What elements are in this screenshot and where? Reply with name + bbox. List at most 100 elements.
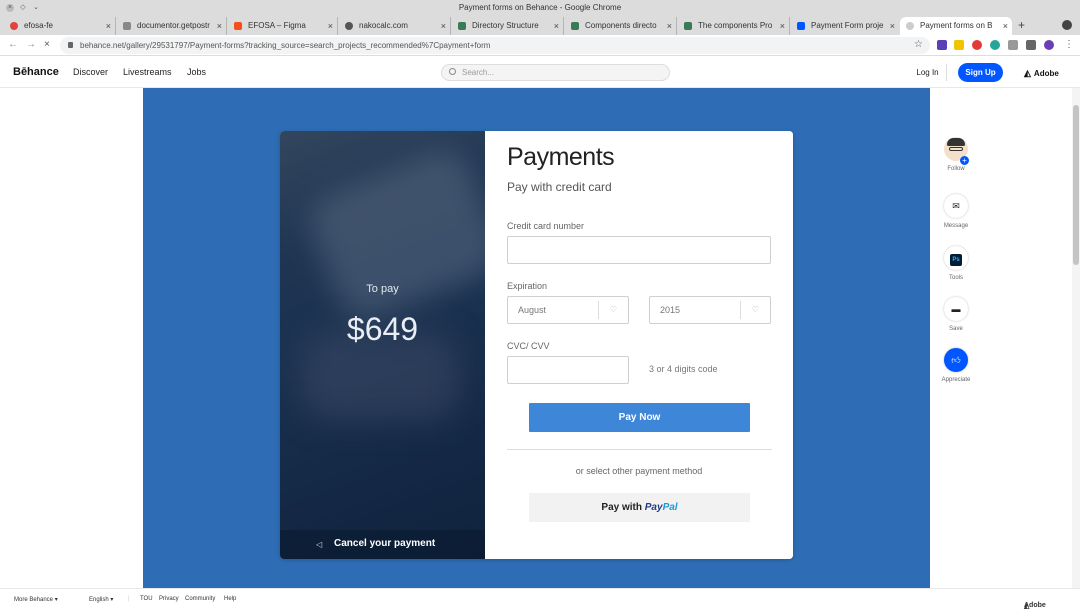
tab-label: documentor.getpostr bbox=[137, 21, 210, 30]
close-tab-icon[interactable]: × bbox=[1003, 17, 1008, 35]
language-select[interactable]: English ▾ bbox=[89, 596, 113, 603]
background-blur bbox=[301, 143, 509, 329]
close-tab-icon[interactable]: × bbox=[667, 17, 672, 35]
page-scrollbar[interactable] bbox=[1072, 88, 1080, 588]
close-tab-icon[interactable]: × bbox=[890, 17, 895, 35]
close-tab-icon[interactable]: × bbox=[554, 17, 559, 35]
payments-subtitle: Pay with credit card bbox=[507, 180, 612, 194]
tab[interactable]: EFOSA – Figma × bbox=[228, 17, 338, 35]
profile-avatar[interactable] bbox=[1044, 40, 1054, 50]
tab[interactable]: efosa-fe × bbox=[4, 17, 116, 35]
window-titlebar: × ◇ ⌄ Payment forms on Behance - Google … bbox=[0, 0, 1080, 16]
pay-now-button[interactable]: Pay Now bbox=[529, 403, 750, 432]
stop-loading-icon[interactable]: × bbox=[44, 39, 50, 50]
favicon-icon bbox=[123, 22, 131, 30]
envelope-icon: ✉ bbox=[944, 194, 968, 218]
payments-title: Payments bbox=[507, 143, 615, 171]
tab-active[interactable]: Payment forms on B × bbox=[900, 17, 1012, 35]
nav-livestreams[interactable]: Livestreams bbox=[123, 67, 172, 77]
tab[interactable]: Components directo × bbox=[565, 17, 677, 35]
cancel-payment-button[interactable]: ◁ Cancel your payment bbox=[280, 530, 485, 559]
scrollbar-thumb[interactable] bbox=[1073, 105, 1079, 265]
tab[interactable]: Directory Structure × bbox=[452, 17, 564, 35]
message-button[interactable]: ✉ Message bbox=[940, 194, 972, 229]
favicon-icon bbox=[234, 22, 242, 30]
close-tab-icon[interactable]: × bbox=[106, 17, 111, 35]
cvc-input[interactable] bbox=[507, 356, 629, 384]
payment-form-pane: Payments Pay with credit card Credit car… bbox=[485, 131, 793, 559]
search-input[interactable]: Search... bbox=[441, 64, 670, 81]
favicon-icon bbox=[345, 22, 353, 30]
tab[interactable]: The components Pro × bbox=[678, 17, 790, 35]
tab-label: nakocalc.com bbox=[359, 21, 408, 30]
adobe-link[interactable]: ◭ Adobe bbox=[1024, 68, 1059, 79]
footer-link-community[interactable]: Community bbox=[185, 596, 215, 602]
tab-label: Payment forms on B bbox=[920, 21, 993, 30]
month-value: August bbox=[518, 305, 547, 315]
tab[interactable]: Payment Form proje × bbox=[791, 17, 899, 35]
card-number-label: Credit card number bbox=[507, 221, 585, 231]
close-tab-icon[interactable]: × bbox=[780, 17, 785, 35]
footer-link-privacy[interactable]: Privacy bbox=[159, 596, 179, 602]
follow-button[interactable]: Follow bbox=[940, 137, 972, 172]
payment-form-card: To pay $649 ◁ Cancel your payment Paymen… bbox=[280, 131, 793, 559]
close-tab-icon[interactable]: × bbox=[217, 17, 222, 35]
behance-logo[interactable]: Bēhance bbox=[13, 66, 59, 78]
footer-link-tou[interactable]: TOU bbox=[140, 596, 153, 602]
tab[interactable]: documentor.getpostr × bbox=[117, 17, 227, 35]
url-text: behance.net/gallery/29531797/Payment-for… bbox=[80, 41, 491, 50]
footer-adobe-label: Adobe bbox=[1024, 602, 1046, 609]
message-label: Message bbox=[943, 223, 969, 229]
cvc-hint: 3 or 4 digits code bbox=[649, 364, 718, 374]
tab-label: The components Pro bbox=[698, 21, 773, 30]
close-tab-icon[interactable]: × bbox=[441, 17, 446, 35]
dropdown-heart-icon: ♡ bbox=[740, 301, 770, 319]
pay-with-label: Pay with bbox=[601, 502, 642, 513]
favicon-icon bbox=[684, 22, 692, 30]
favicon-icon bbox=[10, 22, 18, 30]
save-button[interactable]: ▬ Save bbox=[940, 297, 972, 332]
extension-icon[interactable] bbox=[972, 40, 982, 50]
cancel-payment-label: Cancel your payment bbox=[334, 538, 436, 549]
payment-summary-pane: To pay $649 ◁ Cancel your payment bbox=[280, 131, 509, 559]
favicon-icon bbox=[458, 22, 466, 30]
tab-label: Components directo bbox=[585, 21, 657, 30]
appreciate-button[interactable]: 👍︎ Appreciate bbox=[940, 348, 972, 383]
extension-icon[interactable] bbox=[937, 40, 947, 50]
year-select[interactable]: 2015 ♡ bbox=[649, 296, 771, 324]
extension-icon[interactable] bbox=[990, 40, 1000, 50]
card-number-input[interactable] bbox=[507, 236, 771, 264]
nav-jobs[interactable]: Jobs bbox=[187, 67, 206, 77]
tab-label: Payment Form proje bbox=[811, 21, 884, 30]
browser-menu-icon[interactable]: ⋮ bbox=[1064, 39, 1074, 50]
paypal-logo-part: Pay bbox=[644, 502, 663, 513]
tab-search-icon[interactable] bbox=[1062, 20, 1072, 30]
extension-icon[interactable] bbox=[954, 40, 964, 50]
tab-label: efosa-fe bbox=[24, 21, 53, 30]
more-behance-menu[interactable]: More Behance ▾ bbox=[14, 596, 58, 603]
divider bbox=[507, 449, 772, 450]
url-field[interactable]: behance.net/gallery/29531797/Payment-for… bbox=[60, 37, 930, 54]
login-button[interactable]: Log In bbox=[909, 64, 947, 81]
bookmark-star-icon[interactable]: ☆ bbox=[914, 39, 923, 50]
behance-favicon-icon bbox=[797, 22, 805, 30]
footer-link-help[interactable]: Help bbox=[224, 596, 236, 602]
favicon-icon bbox=[571, 22, 579, 30]
new-tab-icon[interactable]: + bbox=[1018, 18, 1025, 32]
forward-icon[interactable]: → bbox=[26, 39, 36, 50]
thumbs-up-icon: 👍︎ bbox=[944, 348, 968, 372]
back-icon[interactable]: ← bbox=[8, 39, 18, 50]
nav-discover[interactable]: Discover bbox=[73, 67, 108, 77]
tab[interactable]: nakocalc.com × bbox=[339, 17, 451, 35]
puzzle-icon[interactable] bbox=[1026, 40, 1036, 50]
close-tab-icon[interactable]: × bbox=[328, 17, 333, 35]
signup-button[interactable]: Sign Up bbox=[958, 63, 1003, 82]
tab-bar: efosa-fe × documentor.getpostr × EFOSA – F… bbox=[0, 16, 1080, 35]
adobe-label: Adobe bbox=[1033, 69, 1059, 78]
tools-button[interactable]: Ps Tools bbox=[940, 246, 972, 281]
other-method-text: or select other payment method bbox=[575, 466, 703, 476]
extension-icon[interactable] bbox=[1008, 40, 1018, 50]
follow-plus-icon[interactable]: + bbox=[960, 156, 969, 165]
month-select[interactable]: August ♡ bbox=[507, 296, 629, 324]
paypal-button[interactable]: Pay with PayPal bbox=[529, 493, 750, 522]
